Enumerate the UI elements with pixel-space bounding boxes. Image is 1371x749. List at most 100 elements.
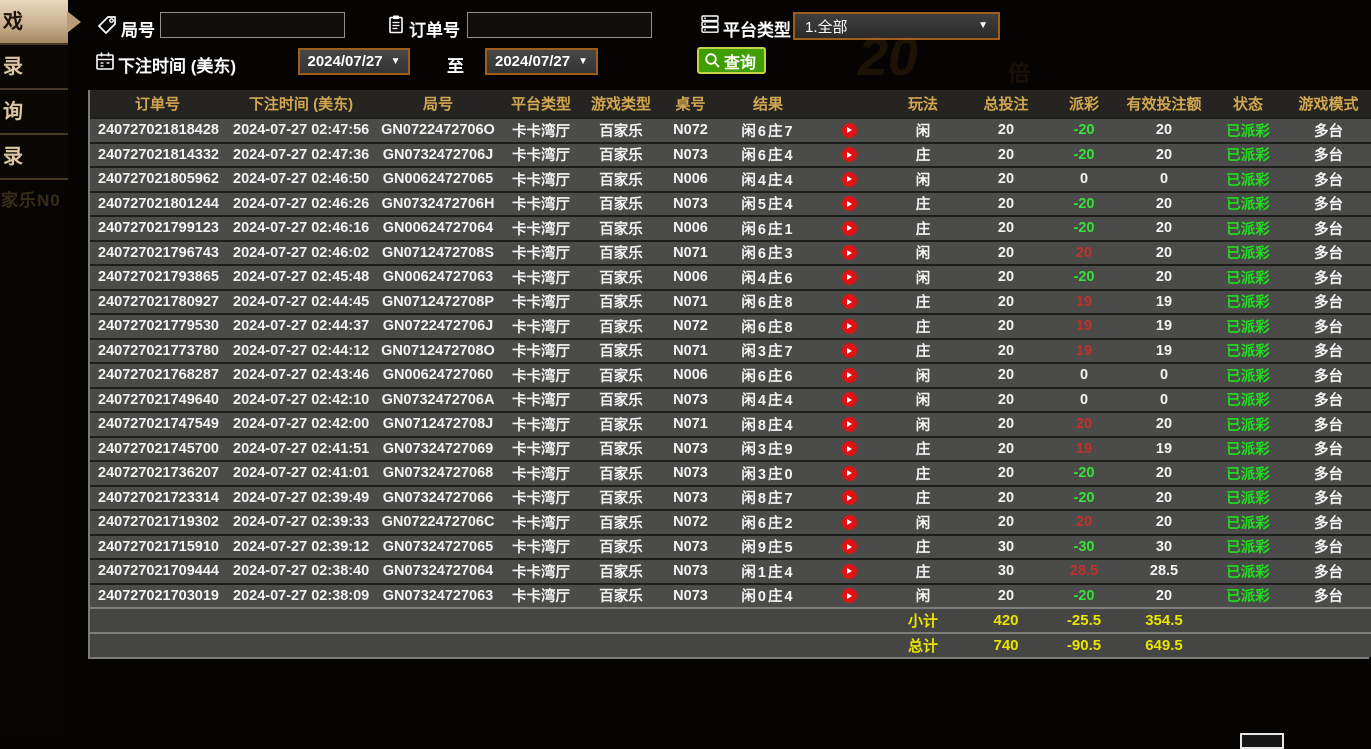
cell-replay <box>814 143 884 168</box>
order-no-input[interactable] <box>467 12 652 38</box>
cell-valid-bet: 20 <box>1118 584 1210 609</box>
cell-game-type: 百家乐 <box>583 314 659 339</box>
game-no-input[interactable] <box>160 12 345 38</box>
cell-play-type: 庄 <box>884 192 962 217</box>
cell-bet-time: 2024-07-27 02:41:01 <box>225 461 377 486</box>
cell-game-no: GN0732472706H <box>377 192 499 217</box>
cell-result: 闲3庄7 <box>722 339 814 364</box>
cell-table-no: N006 <box>659 167 722 192</box>
cell-valid-bet: 20 <box>1118 192 1210 217</box>
background-watermark: 倍 <box>1008 56 1030 88</box>
play-video-icon[interactable] <box>842 368 857 383</box>
cell-play-type: 庄 <box>884 559 962 584</box>
cell-platform-type: 卡卡湾厅 <box>499 241 583 266</box>
play-video-icon[interactable] <box>842 466 857 481</box>
cell-game-no: GN00624727060 <box>377 363 499 388</box>
cell-total-bet: 30 <box>962 559 1050 584</box>
chevron-down-icon: ▼ <box>578 57 588 67</box>
cell-order-no: 240727021773780 <box>90 339 225 364</box>
cell-total-bet: 20 <box>962 510 1050 535</box>
background-watermark: 20 <box>858 26 918 88</box>
cell-status: 已派彩 <box>1210 437 1286 462</box>
play-video-icon[interactable] <box>842 392 857 407</box>
play-video-icon[interactable] <box>842 564 857 579</box>
play-video-icon[interactable] <box>842 319 857 334</box>
cell-valid-bet: 20 <box>1118 265 1210 290</box>
column-header: 游戏类型 <box>583 90 659 118</box>
play-video-icon[interactable] <box>842 515 857 530</box>
subtotal-valid-bet: 354.5 <box>1118 608 1210 633</box>
cell-game-mode: 多台 <box>1286 314 1371 339</box>
play-video-icon[interactable] <box>842 441 857 456</box>
play-video-icon[interactable] <box>842 417 857 432</box>
cell-play-type: 庄 <box>884 216 962 241</box>
cell-total-bet: 20 <box>962 388 1050 413</box>
bet-records-table: 订单号下注时间 (美东)局号平台类型游戏类型桌号结果玩法总投注派彩有效投注额状态… <box>88 90 1369 659</box>
cell-replay <box>814 535 884 560</box>
table-row: 240727021715910 2024-07-27 02:39:12 GN07… <box>90 535 1371 560</box>
chevron-down-icon: ▼ <box>391 57 401 67</box>
date-to-picker[interactable]: 2024/07/27 ▼ <box>485 48 598 75</box>
play-video-icon[interactable] <box>842 270 857 285</box>
cell-valid-bet: 30 <box>1118 535 1210 560</box>
cell-play-type: 闲 <box>884 584 962 609</box>
cell-payout: -20 <box>1050 265 1118 290</box>
sidebar-tab-record-1[interactable]: 录 <box>0 45 68 90</box>
pagination-button[interactable] <box>1240 733 1284 749</box>
play-video-icon[interactable] <box>842 221 857 236</box>
cell-replay <box>814 559 884 584</box>
play-video-icon[interactable] <box>842 588 857 603</box>
cell-platform-type: 卡卡湾厅 <box>499 167 583 192</box>
order-no-label: 订单号 <box>409 16 460 41</box>
play-video-icon[interactable] <box>842 123 857 138</box>
cell-platform-type: 卡卡湾厅 <box>499 143 583 168</box>
cell-game-mode: 多台 <box>1286 118 1371 143</box>
cell-payout: 0 <box>1050 388 1118 413</box>
cell-result: 闲6庄8 <box>722 314 814 339</box>
cell-bet-time: 2024-07-27 02:42:00 <box>225 412 377 437</box>
cell-game-no: GN0712472708O <box>377 339 499 364</box>
cell-bet-time: 2024-07-27 02:42:10 <box>225 388 377 413</box>
play-video-icon[interactable] <box>842 539 857 554</box>
play-video-icon[interactable] <box>842 245 857 260</box>
search-button[interactable]: 查询 <box>697 47 766 74</box>
play-video-icon[interactable] <box>842 490 857 505</box>
column-header: 派彩 <box>1050 90 1118 118</box>
play-video-icon[interactable] <box>842 147 857 162</box>
cell-total-bet: 20 <box>962 486 1050 511</box>
table-row: 240727021805962 2024-07-27 02:46:50 GN00… <box>90 167 1371 192</box>
play-video-icon[interactable] <box>842 294 857 309</box>
cell-game-no: GN0722472706C <box>377 510 499 535</box>
cell-status: 已派彩 <box>1210 167 1286 192</box>
calendar-icon <box>95 51 115 71</box>
play-video-icon[interactable] <box>842 196 857 211</box>
table-row: 240727021749640 2024-07-27 02:42:10 GN07… <box>90 388 1371 413</box>
cell-game-type: 百家乐 <box>583 388 659 413</box>
cell-play-type: 闲 <box>884 412 962 437</box>
play-video-icon[interactable] <box>842 172 857 187</box>
cell-result: 闲6庄2 <box>722 510 814 535</box>
sidebar-tab-record-2[interactable]: 录 <box>0 135 68 180</box>
cell-payout: 19 <box>1050 290 1118 315</box>
cell-payout: -20 <box>1050 118 1118 143</box>
play-video-icon[interactable] <box>842 343 857 358</box>
cell-total-bet: 20 <box>962 192 1050 217</box>
cell-platform-type: 卡卡湾厅 <box>499 265 583 290</box>
cell-table-no: N073 <box>659 461 722 486</box>
sidebar-tab-label: 询 <box>3 101 23 123</box>
cell-payout: -20 <box>1050 216 1118 241</box>
cell-table-no: N071 <box>659 412 722 437</box>
sidebar-tab-query[interactable]: 询 <box>0 90 68 135</box>
cell-replay <box>814 241 884 266</box>
cell-table-no: N071 <box>659 339 722 364</box>
column-header: 订单号 <box>90 90 225 118</box>
sidebar-tab-game[interactable]: 戏 <box>0 0 68 45</box>
cell-game-mode: 多台 <box>1286 143 1371 168</box>
cell-total-bet: 20 <box>962 216 1050 241</box>
cell-valid-bet: 20 <box>1118 143 1210 168</box>
date-from-picker[interactable]: 2024/07/27 ▼ <box>298 48 410 75</box>
search-button-label: 查询 <box>724 49 756 73</box>
table-row: 240727021723314 2024-07-27 02:39:49 GN07… <box>90 486 1371 511</box>
sidebar: 戏 录 询 录 家乐N0 <box>0 0 68 741</box>
subtotal-label: 小计 <box>884 608 962 633</box>
